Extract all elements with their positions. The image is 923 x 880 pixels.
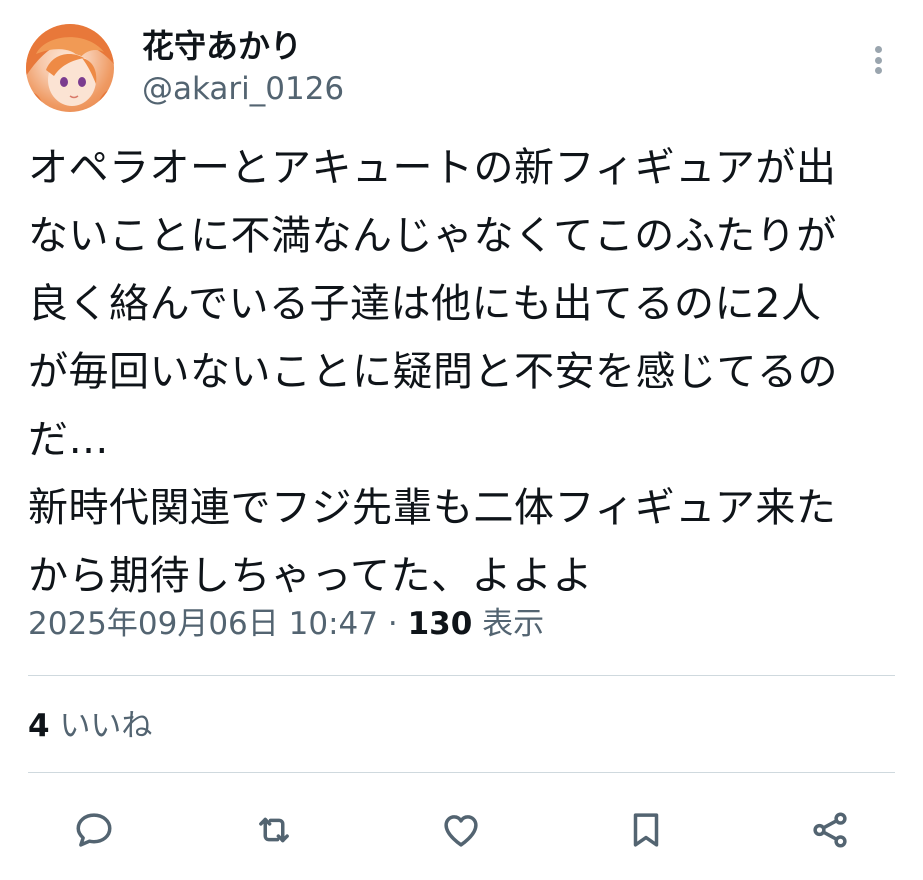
action-bar [0,800,923,860]
tweet-text-line: だ… [28,417,109,463]
bookmark-icon [633,813,659,847]
more-options-icon[interactable] [866,42,890,78]
dot [874,56,882,64]
share-button[interactable] [806,806,854,854]
display-name[interactable]: 花守あかり [142,26,302,66]
timestamp[interactable]: 2025年09月06日 10:47 [28,606,378,642]
avatar-image [26,24,114,112]
tweet-text-line: から期待しちゃってた、よよよ [28,553,593,599]
like-button[interactable] [437,806,485,854]
tweet-text-line: 良く絡んでいる子達は他にも出てるのに2人 [28,281,822,327]
dot [874,46,882,53]
user-handle[interactable]: @akari_0126 [142,70,344,108]
likes-label: いいね [59,708,153,744]
tweet-text-line: 新時代関連でフジ先輩も二体フィギュア来た [28,485,837,531]
like-icon [444,815,478,847]
views-count: 130 [407,606,473,642]
likes-count: 4 [28,708,50,744]
views-label: 表示 [482,606,545,642]
divider [28,772,895,773]
divider [28,675,895,676]
tweet-text-line: オペラオーとアキュートの新フィギュアが出 [28,145,837,191]
tweet-text-line: ないことに不満なんじゃなくてこのふたりが [28,213,837,259]
likes-stat[interactable]: 4 いいね [28,706,152,746]
tweet-detail: 花守あかり @akari_0126 オペラオーとアキュートの新フィギュアが出 な… [0,0,923,880]
bookmark-button[interactable] [622,806,670,854]
retweet-icon [259,817,289,843]
tweet-meta: 2025年09月06日 10:47 · 130 表示 [28,604,544,644]
avatar[interactable] [26,24,114,112]
tweet-text: オペラオーとアキュートの新フィギュアが出 ないことに不満なんじゃなくてこのふたり… [28,134,898,610]
share-icon [813,812,847,848]
reply-icon [76,813,112,847]
reply-button[interactable] [70,806,118,854]
dot [874,67,882,74]
retweet-button[interactable] [250,806,298,854]
tweet-text-line: が毎回いないことに疑問と不安を感じてるの [28,349,838,395]
meta-separator: · [387,606,398,642]
